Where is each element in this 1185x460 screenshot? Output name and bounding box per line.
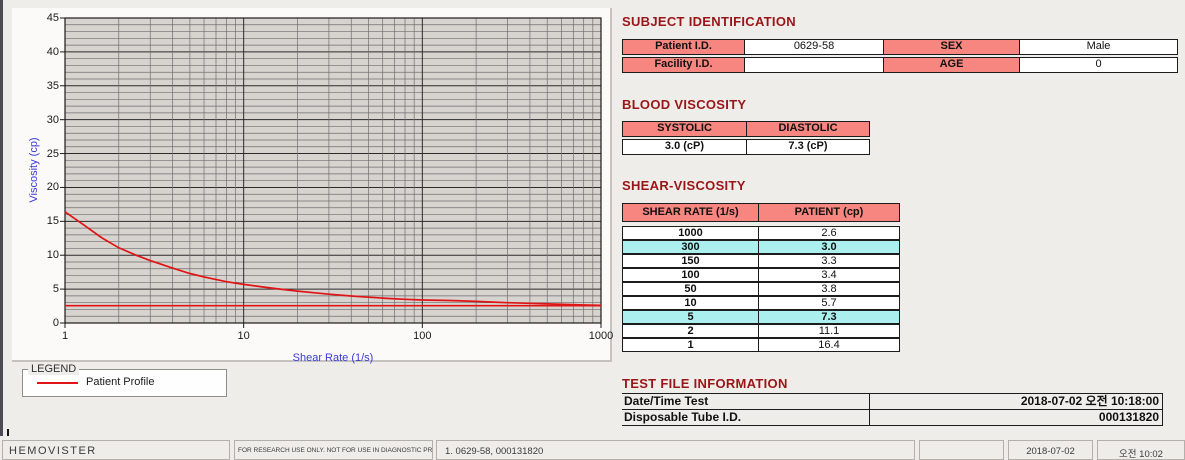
shear-rate-cell: 100 bbox=[681, 269, 700, 281]
patient-cp-header: PATIENT (cp) bbox=[758, 204, 899, 221]
status-bar: HEMOVISTER FOR RESEARCH USE ONLY. NOT FO… bbox=[0, 436, 1185, 460]
facility-id-label: Facility I.D. bbox=[623, 58, 744, 72]
subject-identification-title: SUBJECT IDENTIFICATION bbox=[622, 14, 796, 29]
viscometer-results-screen: { "subject": { "title": "SUBJECT IDENTIF… bbox=[0, 0, 1185, 460]
y-tick-label: 30 bbox=[46, 113, 59, 126]
date-time-test-value: 2018-07-02 오전 10:18:00 bbox=[870, 394, 1163, 409]
shear-rate-cell: 300 bbox=[681, 241, 700, 253]
y-tick-label: 45 bbox=[46, 12, 59, 24]
age-value: 0 bbox=[1019, 58, 1177, 72]
table-row: 1 16.4 bbox=[622, 338, 900, 352]
viscosity-cell: 11.1 bbox=[758, 325, 899, 337]
legend-line-sample bbox=[37, 382, 78, 384]
age-label: AGE bbox=[883, 58, 1019, 72]
x-tick-label: 10 bbox=[237, 330, 250, 342]
table-header-row: SHEAR RATE (1/s) PATIENT (cp) bbox=[622, 203, 900, 222]
viscosity-shear-chart bbox=[60, 17, 602, 328]
viscosity-chart-panel: Viscosity (cp) 0 5 10 15 20 25 30 35 40 45 1 10 100 1… bbox=[12, 8, 613, 364]
subject-identification-table: Patient I.D. 0629-58 SEX Male Facility I… bbox=[622, 39, 1178, 75]
table-row-highlighted: 5 7.3 bbox=[622, 310, 900, 324]
viscosity-cell: 7.3 bbox=[758, 311, 899, 323]
shear-rate-cell: 2 bbox=[687, 325, 694, 337]
viscosity-cell: 3.3 bbox=[758, 255, 899, 267]
x-tick-label: 1000 bbox=[588, 330, 614, 342]
disposable-tube-id-value: 000131820 bbox=[870, 410, 1163, 425]
systolic-header: SYSTOLIC bbox=[623, 122, 746, 136]
y-tick-label: 15 bbox=[46, 215, 59, 228]
x-tick-label: 1 bbox=[61, 330, 69, 342]
y-tick-label: 0 bbox=[52, 317, 59, 329]
sex-label: SEX bbox=[883, 40, 1019, 54]
table-row: 100 3.4 bbox=[622, 268, 900, 282]
shear-rate-cell: 50 bbox=[684, 283, 697, 295]
table-row: 10 5.7 bbox=[622, 296, 900, 310]
patient-id-value: 0629-58 bbox=[744, 40, 883, 54]
patient-id-label: Patient I.D. bbox=[623, 40, 744, 54]
viscosity-cell: 3.4 bbox=[758, 269, 899, 281]
shear-rate-cell: 10 bbox=[684, 297, 697, 309]
blood-viscosity-title: BLOOD VISCOSITY bbox=[622, 97, 747, 112]
table-row: 1000 2.6 bbox=[622, 226, 900, 240]
viscosity-cell: 2.6 bbox=[758, 227, 899, 239]
table-row: Disposable Tube I.D. 000131820 bbox=[622, 410, 1163, 426]
shear-rate-cell: 1 bbox=[687, 339, 694, 351]
test-file-information-title: TEST FILE INFORMATION bbox=[622, 376, 788, 391]
legend-title: LEGEND bbox=[28, 363, 80, 375]
table-row: 50 3.8 bbox=[622, 282, 900, 296]
status-segment-empty bbox=[919, 440, 1004, 460]
shear-viscosity-title: SHEAR-VISCOSITY bbox=[622, 178, 746, 193]
status-segment-date: 2018-07-02 bbox=[1008, 440, 1093, 460]
table-row: 3.0 (cP) 7.3 (cP) bbox=[622, 139, 870, 155]
blood-viscosity-table: SYSTOLIC DIASTOLIC 3.0 (cP) 7.3 (cP) bbox=[622, 121, 870, 157]
table-row-highlighted: 300 3.0 bbox=[622, 240, 900, 254]
x-tick-label: 100 bbox=[413, 330, 432, 342]
shear-viscosity-table: SHEAR RATE (1/s) PATIENT (cp) 1000 2.6 3… bbox=[622, 203, 900, 352]
viscosity-cell: 5.7 bbox=[758, 297, 899, 309]
y-tick-label: 25 bbox=[46, 147, 59, 160]
plot-area: 0 5 10 15 20 25 30 35 40 45 1 10 100 1000 bbox=[47, 12, 613, 342]
status-segment-app-name: HEMOVISTER bbox=[2, 440, 230, 460]
test-file-information-table: Date/Time Test 2018-07-02 오전 10:18:00 Di… bbox=[622, 393, 1163, 426]
status-segment-disclaimer: FOR RESEARCH USE ONLY. NOT FOR USE IN DI… bbox=[234, 440, 433, 460]
shear-rate-cell: 5 bbox=[687, 311, 694, 323]
table-row: SYSTOLIC DIASTOLIC bbox=[622, 121, 870, 137]
y-tick-label: 5 bbox=[52, 283, 59, 296]
window-left-edge bbox=[0, 0, 3, 453]
x-axis-label: Shear Rate (1/s) bbox=[292, 352, 374, 364]
status-segment-time: 오전 10:02 bbox=[1097, 440, 1185, 460]
diastolic-header: DIASTOLIC bbox=[746, 122, 869, 136]
viscosity-cell: 3.8 bbox=[758, 283, 899, 295]
shear-rate-header: SHEAR RATE (1/s) bbox=[623, 204, 758, 221]
table-row: 2 11.1 bbox=[622, 324, 900, 338]
y-tick-label: 40 bbox=[46, 45, 59, 58]
y-tick-label: 35 bbox=[46, 79, 59, 92]
table-row: Facility I.D. AGE 0 bbox=[622, 57, 1178, 73]
facility-id-value bbox=[744, 58, 883, 72]
sex-value: Male bbox=[1019, 40, 1177, 54]
viscosity-cell: 16.4 bbox=[758, 339, 899, 351]
disposable-tube-id-label: Disposable Tube I.D. bbox=[622, 410, 870, 425]
table-row: Date/Time Test 2018-07-02 오전 10:18:00 bbox=[622, 394, 1163, 410]
y-tick-label: 10 bbox=[46, 249, 59, 262]
date-time-test-label: Date/Time Test bbox=[622, 394, 870, 409]
shear-rate-cell: 1000 bbox=[678, 227, 703, 239]
viscosity-cell: 3.0 bbox=[758, 241, 899, 253]
diastolic-value: 7.3 (cP) bbox=[746, 140, 869, 154]
systolic-value: 3.0 (cP) bbox=[664, 140, 705, 152]
legend-entry-label: Patient Profile bbox=[86, 376, 155, 388]
status-segment-record-info: 1. 0629-58, 000131820 bbox=[436, 440, 915, 460]
table-row: 150 3.3 bbox=[622, 254, 900, 268]
y-tick-label: 20 bbox=[46, 181, 59, 194]
legend-box: LEGEND Patient Profile bbox=[22, 363, 227, 397]
shear-rate-cell: 150 bbox=[681, 255, 700, 267]
table-row: Patient I.D. 0629-58 SEX Male bbox=[622, 39, 1178, 55]
